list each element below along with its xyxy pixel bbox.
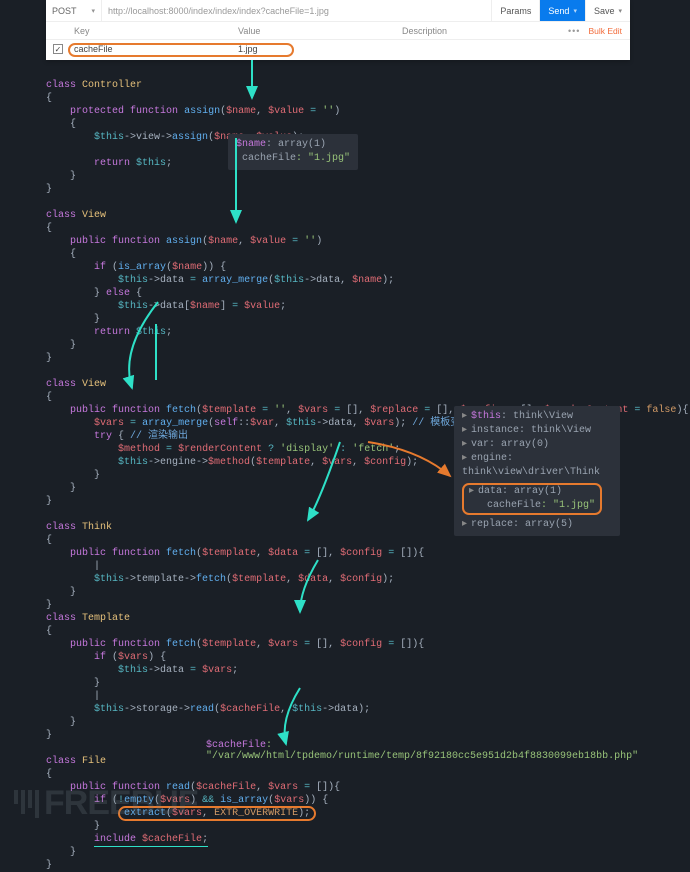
http-method-dropdown[interactable]: POST ▾ — [46, 0, 102, 21]
tt1-k2: cacheFile — [242, 153, 296, 164]
watermark-text: FREEBUF — [44, 784, 198, 823]
header-value: Value — [234, 22, 398, 39]
request-bar: POST ▾ http://localhost:8000/index/index… — [46, 0, 630, 60]
save-button-label: Save — [594, 6, 615, 16]
url-input[interactable]: http://localhost:8000/index/index/index?… — [102, 6, 491, 16]
params-button[interactable]: Params — [491, 0, 539, 21]
tooltip-name-array: $name: array(1) cacheFile: "1.jpg" — [228, 134, 358, 170]
more-icon[interactable]: ••• — [568, 26, 580, 36]
params-header-row: Key Value Description ••• Bulk Edit — [46, 22, 630, 40]
params-data-row: ✓ cacheFile 1.jpg — [46, 40, 630, 58]
header-key: Key — [70, 22, 234, 39]
watermark-icon — [14, 790, 39, 818]
row-value[interactable]: 1.jpg — [234, 44, 398, 54]
save-button[interactable]: Save ▾ — [585, 0, 630, 21]
row-key[interactable]: cacheFile — [70, 44, 234, 54]
chevron-down-icon: ▾ — [618, 7, 622, 15]
row-checkbox[interactable]: ✓ — [53, 44, 63, 54]
tt1-v2: : "1.jpg" — [296, 153, 350, 164]
chevron-down-icon: ▾ — [91, 7, 95, 15]
chevron-down-icon: ▾ — [573, 7, 577, 15]
http-method-label: POST — [52, 6, 77, 16]
tt1-v: : array(1) — [266, 139, 326, 150]
bulk-edit-link[interactable]: Bulk Edit — [588, 26, 622, 36]
send-button-label: Send — [548, 6, 569, 16]
request-url-row: POST ▾ http://localhost:8000/index/index… — [46, 0, 630, 22]
watermark: FREEBUF — [14, 784, 198, 823]
header-description: Description — [398, 22, 558, 39]
tt1-k: $name — [236, 139, 266, 150]
tooltip-this-view: ▸$this: think\View ▸instance: think\View… — [454, 406, 620, 536]
cachefile-annotation: $cacheFile: "/var/www/html/tpdemo/runtim… — [206, 740, 690, 762]
send-button[interactable]: Send ▾ — [539, 0, 585, 21]
